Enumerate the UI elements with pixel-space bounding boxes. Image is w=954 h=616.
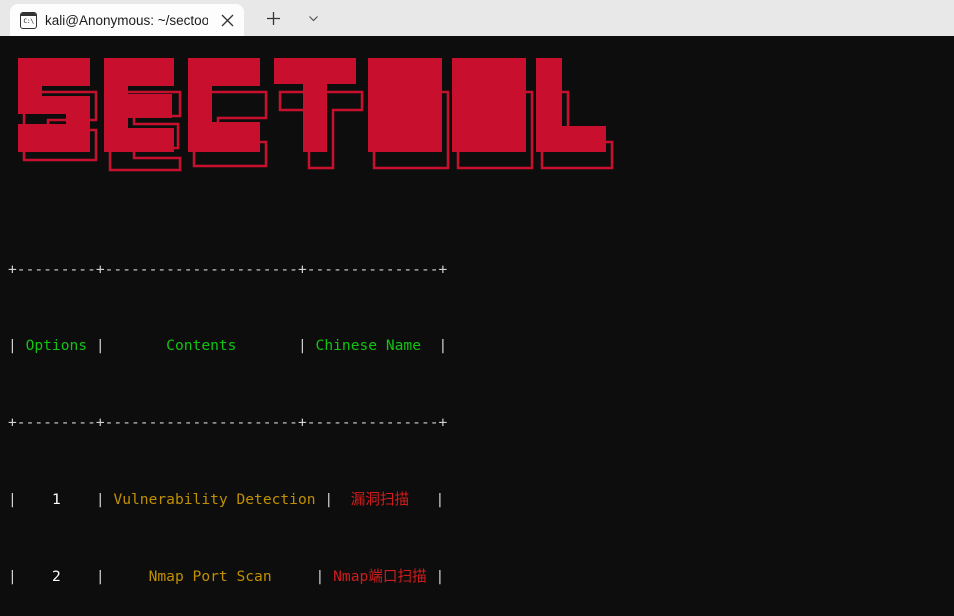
row-chinese: Nmap端口扫描 <box>333 567 427 585</box>
header-contents: Contents <box>166 337 237 355</box>
menu-rule-top: +---------+----------------------+------… <box>8 260 448 278</box>
new-tab-button[interactable] <box>258 5 288 31</box>
menu-rule-mid: +---------+----------------------+------… <box>8 414 448 432</box>
console-output: +---------+----------------------+------… <box>8 202 453 616</box>
tab-icon-text: C:\ <box>23 17 34 26</box>
terminal-tab[interactable]: C:\ kali@Anonymous: ~/sectools <box>10 4 244 36</box>
table-row[interactable]: | 2 | Nmap Port Scan | Nmap端口扫描 | <box>8 567 453 586</box>
row-option: 1 <box>51 491 61 508</box>
header-chinese-name: Chinese Name <box>315 337 421 355</box>
close-icon[interactable] <box>216 9 238 31</box>
row-content: Vulnerability Detection <box>113 491 316 508</box>
tab-title: kali@Anonymous: ~/sectools <box>45 12 208 28</box>
row-chinese: 漏洞扫描 <box>350 491 410 508</box>
row-option: 2 <box>51 567 61 585</box>
sectools-ascii-banner <box>18 58 614 172</box>
terminal-console-icon: C:\ <box>20 11 37 29</box>
menu-header-row: | Options | Contents | Chinese Name | <box>8 337 448 355</box>
row-content: Nmap Port Scan <box>148 567 272 585</box>
chevron-down-icon[interactable] <box>298 5 328 31</box>
header-options: Options <box>25 337 88 355</box>
terminal-screen[interactable]: +---------+----------------------+------… <box>0 36 954 616</box>
table-row[interactable]: | 1 | Vulnerability Detection | 漏洞扫描 | <box>8 490 453 509</box>
browser-tab-bar: C:\ kali@Anonymous: ~/sectools <box>0 0 954 36</box>
